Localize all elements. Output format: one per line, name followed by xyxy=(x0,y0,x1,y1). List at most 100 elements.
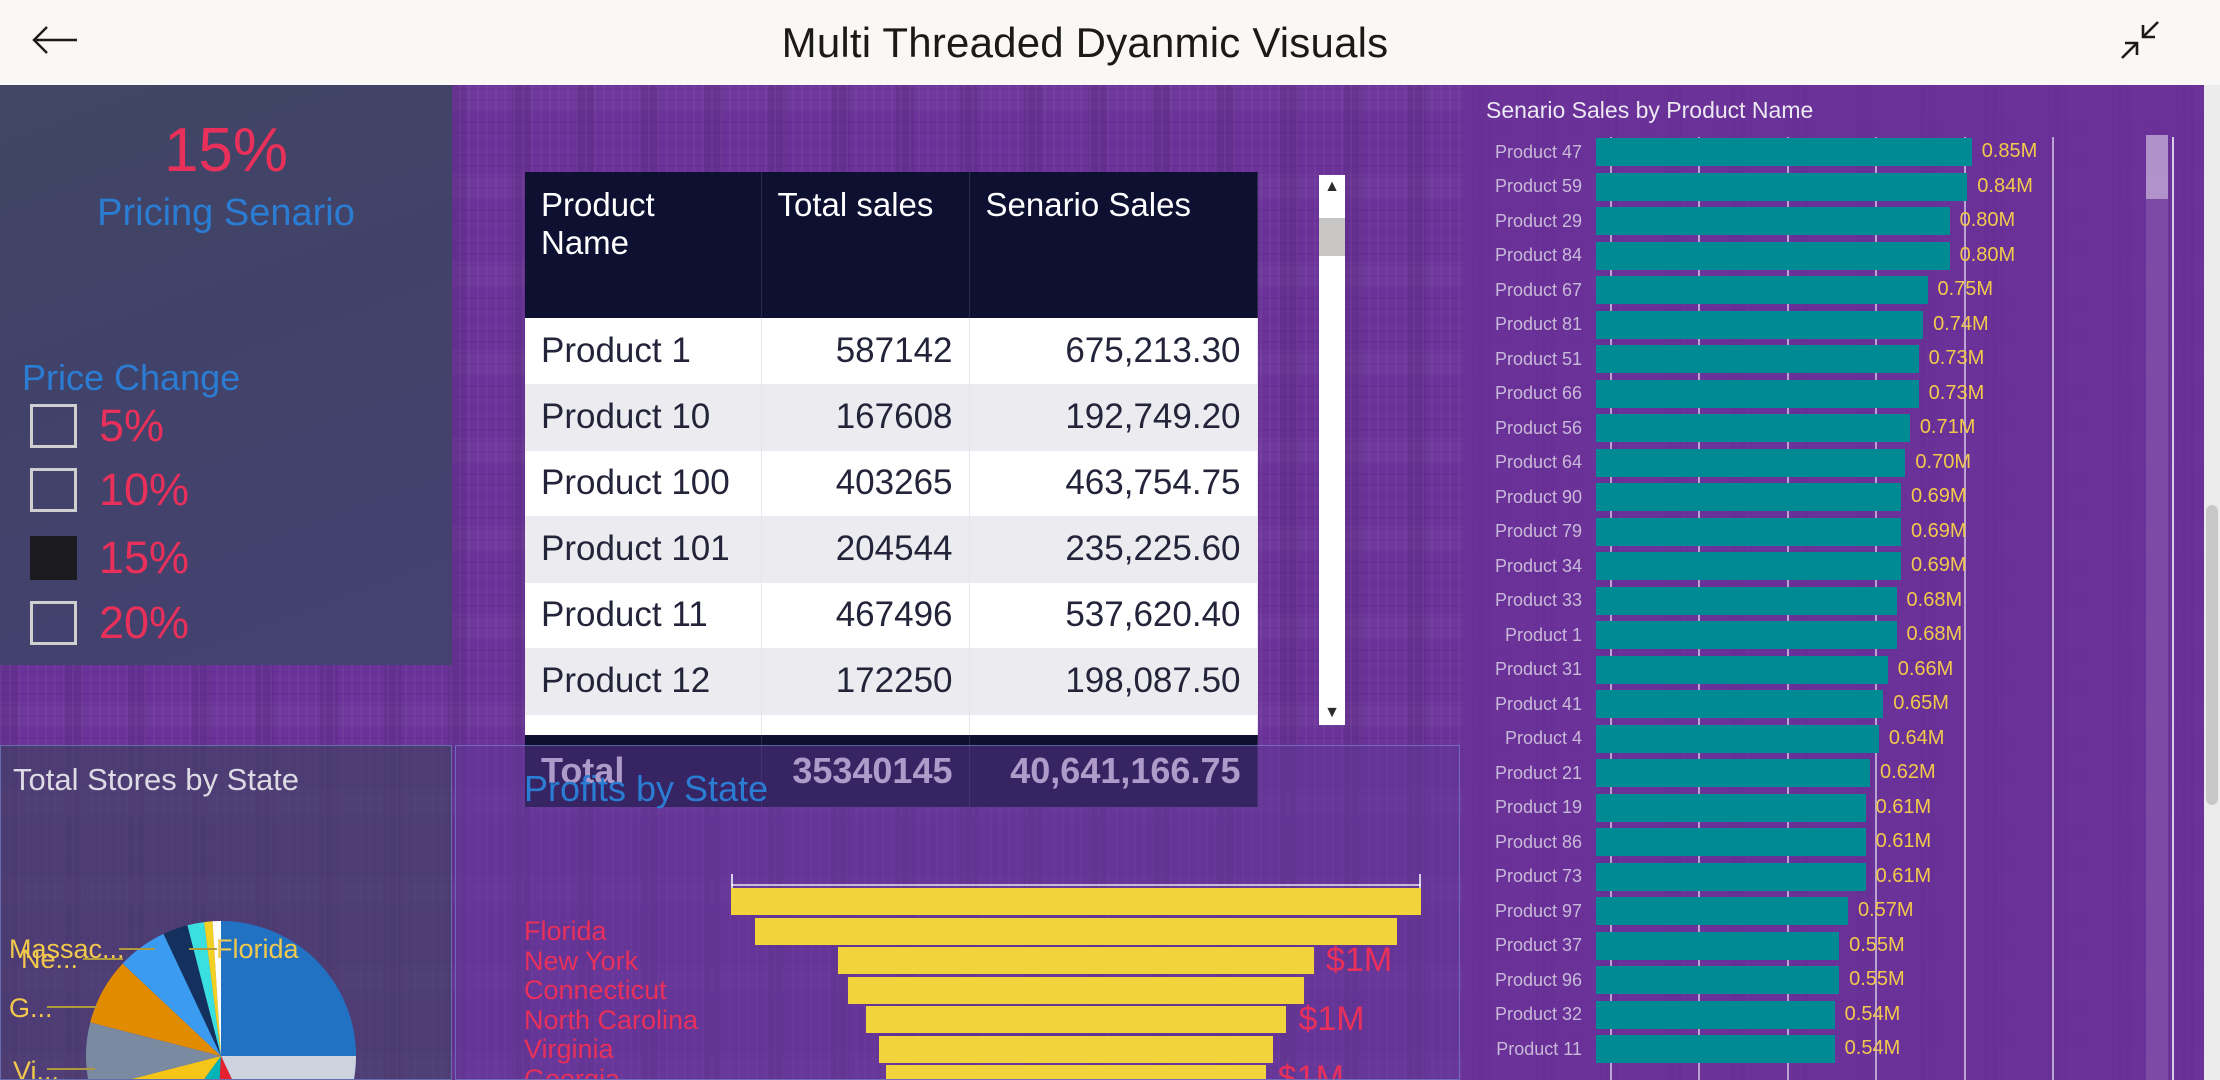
bar-fill[interactable] xyxy=(1596,483,1901,511)
table-scrollbar[interactable]: ▲ ▼ xyxy=(1319,175,1345,725)
product-sales-table[interactable]: Product Name Total sales Senario Sales P… xyxy=(525,172,1258,807)
bar-fill[interactable] xyxy=(1596,276,1928,304)
back-button[interactable] xyxy=(0,0,110,85)
checkbox-icon[interactable] xyxy=(30,403,77,448)
bar-chart-row[interactable]: Product 96 0.55M xyxy=(1462,963,2204,998)
bar-chart-row[interactable]: Product 21 0.62M xyxy=(1462,756,2204,791)
table-row[interactable]: Product 101 204544 235,225.60 xyxy=(525,516,1258,583)
table-row[interactable]: Product 11 467496 537,620.40 xyxy=(525,582,1258,649)
bar-fill[interactable] xyxy=(1596,586,1897,615)
bar-chart-row[interactable]: Product 41 0.65M xyxy=(1462,687,2204,722)
bar-fill[interactable] xyxy=(1596,862,1866,891)
bar-chart-row[interactable]: Product 97 0.57M xyxy=(1462,894,2204,929)
bar-fill[interactable] xyxy=(1596,310,1924,339)
bar-chart-row[interactable]: Product 64 0.70M xyxy=(1462,446,2204,481)
funnel-bar[interactable] xyxy=(865,1006,1287,1033)
bar-chart-row[interactable]: Product 56 0.71M xyxy=(1462,411,2204,446)
bar-fill[interactable] xyxy=(1596,690,1884,718)
bar-fill[interactable] xyxy=(1596,1035,1835,1063)
bar-category-label: Product 81 xyxy=(1494,314,1582,335)
bar-fill[interactable] xyxy=(1596,897,1848,925)
price-option-10[interactable]: 10% xyxy=(30,467,189,512)
bar-chart-scrollbar-thumb[interactable] xyxy=(2146,135,2168,199)
bar-value-label: 0.84M xyxy=(1977,174,2033,197)
bar-fill[interactable] xyxy=(1596,345,1919,373)
bar-chart-row[interactable]: Product 81 0.74M xyxy=(1462,308,2204,343)
column-header-total-sales[interactable]: Total sales xyxy=(761,172,970,318)
exit-fullscreen-button[interactable] xyxy=(2060,0,2220,85)
bar-chart-row[interactable]: Product 37 0.55M xyxy=(1462,929,2204,964)
bar-fill[interactable] xyxy=(1596,828,1866,856)
bar-chart-row[interactable]: Product 73 0.61M xyxy=(1462,860,2204,895)
table-row[interactable]: Product 1 587142 675,213.30 xyxy=(525,318,1258,385)
bar-chart-row[interactable]: Product 33 0.68M xyxy=(1462,584,2204,619)
bar-fill[interactable] xyxy=(1596,621,1897,649)
bar-fill[interactable] xyxy=(1596,724,1879,753)
price-option-20[interactable]: 20% xyxy=(30,600,189,645)
table-scrollbar-thumb[interactable] xyxy=(1319,218,1345,256)
column-header-product-name[interactable]: Product Name xyxy=(525,172,762,318)
chevron-up-icon[interactable]: ▲ xyxy=(1324,179,1340,195)
bar-chart-scrollbar[interactable] xyxy=(2146,135,2168,1080)
bar-fill[interactable] xyxy=(1596,379,1919,408)
funnel-bar[interactable] xyxy=(886,1065,1266,1079)
bar-chart-row[interactable]: Product 11 0.54M xyxy=(1462,1032,2204,1067)
funnel-bar[interactable] xyxy=(879,1035,1273,1063)
bar-fill[interactable] xyxy=(1596,517,1901,546)
bar-chart-row[interactable]: Product 47 0.85M xyxy=(1462,135,2204,170)
bar-chart-row[interactable]: Product 4 0.64M xyxy=(1462,722,2204,757)
bar-chart-row[interactable]: Product 84 0.80M xyxy=(1462,239,2204,274)
bar-fill[interactable] xyxy=(1596,793,1866,822)
bar-fill[interactable] xyxy=(1596,931,1840,960)
page-scrollbar-thumb[interactable] xyxy=(2206,505,2218,805)
table-row[interactable]: Product 100 403265 463,754.75 xyxy=(525,450,1258,517)
bar-chart-row[interactable]: Product 67 0.75M xyxy=(1462,273,2204,308)
price-option-15[interactable]: 15% xyxy=(30,535,189,580)
funnel-chart-title: Profits by State xyxy=(524,768,769,809)
bar-fill[interactable] xyxy=(1596,172,1968,201)
pie-slice[interactable] xyxy=(221,1056,356,1080)
funnel-bar[interactable] xyxy=(731,888,1421,915)
bar-fill[interactable] xyxy=(1596,966,1840,994)
bar-chart-row[interactable]: Product 90 0.69M xyxy=(1462,480,2204,515)
bar-chart-row[interactable]: Product 86 0.61M xyxy=(1462,825,2204,860)
bar-chart-row[interactable]: Product 31 0.66M xyxy=(1462,653,2204,688)
bar-fill[interactable] xyxy=(1596,552,1901,580)
column-header-senario-sales[interactable]: Senario Sales xyxy=(969,172,1258,318)
page-scrollbar[interactable] xyxy=(2204,85,2220,1080)
checkbox-icon[interactable] xyxy=(30,467,77,512)
bar-chart-row[interactable]: Product 29 0.80M xyxy=(1462,204,2204,239)
bar-fill[interactable] xyxy=(1596,655,1888,684)
bar-fill[interactable] xyxy=(1596,207,1950,235)
profits-by-state-funnel-chart[interactable]: Profits by State Florida New York Connecti… xyxy=(455,745,1460,1080)
bar-chart-row[interactable]: Product 66 0.73M xyxy=(1462,377,2204,412)
table-row[interactable]: Product 12 172250 198,087.50 xyxy=(525,648,1258,715)
bar-chart-row[interactable]: Product 1 0.68M xyxy=(1462,618,2204,653)
bar-category-label: Product 4 xyxy=(1504,728,1582,749)
bar-fill[interactable] xyxy=(1596,241,1950,270)
bar-chart-row[interactable]: Product 59 0.84M xyxy=(1462,170,2204,205)
funnel-bar[interactable] xyxy=(755,917,1397,945)
price-option-5[interactable]: 5% xyxy=(30,403,164,448)
bar-chart-row[interactable]: Product 19 0.61M xyxy=(1462,791,2204,826)
chevron-down-icon[interactable]: ▼ xyxy=(1324,705,1340,721)
bar-chart-row[interactable]: Product 32 0.54M xyxy=(1462,998,2204,1033)
senario-sales-bar-chart[interactable]: Senario Sales by Product Name Product 47… xyxy=(1462,85,2204,1080)
checkbox-icon[interactable] xyxy=(30,535,77,580)
bar-fill[interactable] xyxy=(1596,1000,1835,1029)
exit-fullscreen-icon xyxy=(2117,17,2163,68)
funnel-bar[interactable] xyxy=(837,947,1315,974)
bar-fill[interactable] xyxy=(1596,759,1871,787)
total-stores-pie-chart[interactable]: Total Stores by State Florida Massac... Ne… xyxy=(0,745,452,1080)
pie-leader-line xyxy=(47,1068,95,1070)
bar-track: 0.64M xyxy=(1596,722,2204,757)
bar-chart-row[interactable]: Product 79 0.69M xyxy=(1462,515,2204,550)
bar-fill[interactable] xyxy=(1596,448,1906,477)
table-row[interactable]: Product 10 167608 192,749.20 xyxy=(525,384,1258,451)
bar-chart-row[interactable]: Product 34 0.69M xyxy=(1462,549,2204,584)
bar-fill[interactable] xyxy=(1596,414,1910,442)
checkbox-icon[interactable] xyxy=(30,600,77,645)
bar-chart-row[interactable]: Product 51 0.73M xyxy=(1462,342,2204,377)
funnel-bar[interactable] xyxy=(848,976,1304,1004)
bar-fill[interactable] xyxy=(1596,138,1972,166)
